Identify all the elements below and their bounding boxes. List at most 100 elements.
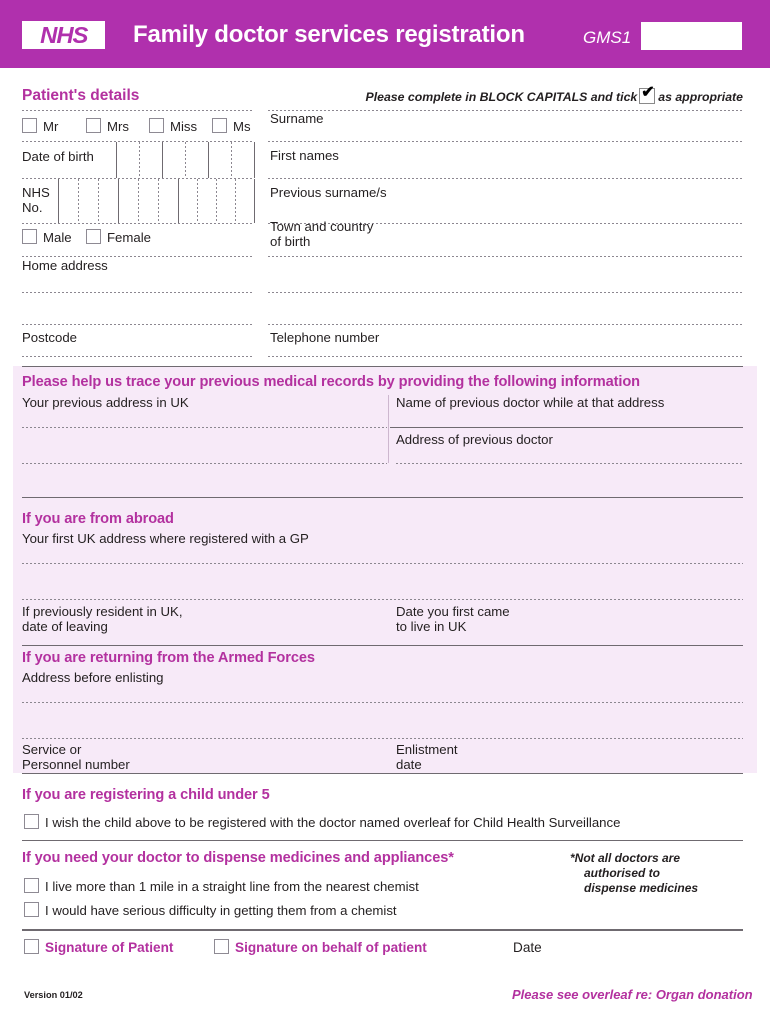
nhsno-cell-sep-2 xyxy=(98,179,99,223)
child-under-5-heading: If you are registering a child under 5 xyxy=(22,787,270,803)
rule-right-1 xyxy=(268,292,743,293)
form-code-input[interactable] xyxy=(641,22,742,50)
label-previous-address-uk: Your previous address in UK xyxy=(22,395,189,410)
label-title-ms: Ms xyxy=(233,119,251,134)
label-title-mr: Mr xyxy=(43,119,59,134)
from-abroad-heading: If you are from abroad xyxy=(22,511,174,527)
nhsno-cell-sep-5 xyxy=(158,179,159,223)
dob-cell-sep-1 xyxy=(139,142,140,178)
label-surname: Surname xyxy=(270,111,324,126)
label-date-of-birth: Date of birth xyxy=(22,149,94,164)
checkbox-signature-on-behalf[interactable] xyxy=(214,939,229,954)
dob-cell-sep-6 xyxy=(254,142,255,178)
label-town-country-line2: of birth xyxy=(270,234,311,249)
checkbox-child-health-surveillance[interactable] xyxy=(24,814,39,829)
nhsno-cell-sep-3 xyxy=(118,179,119,223)
rule-patient-top-left xyxy=(22,110,254,111)
dob-cell-sep-2 xyxy=(162,142,163,178)
dob-cell-sep-0 xyxy=(116,142,117,178)
rule-surname xyxy=(268,141,743,142)
label-dispensing-distance: I live more than 1 mile in a straight li… xyxy=(45,879,419,894)
page-title: Family doctor services registration xyxy=(133,21,525,48)
label-date-came-line1: Date you first came xyxy=(396,604,510,619)
label-date-came-line2: to live in UK xyxy=(396,619,467,634)
label-gender-male: Male xyxy=(43,230,72,245)
nhs-logo-text: NHS xyxy=(39,21,88,48)
rule-dispensing-top xyxy=(22,840,743,841)
label-postcode: Postcode xyxy=(22,330,77,345)
rule-postcode xyxy=(22,356,254,357)
rule-trace-right-1 xyxy=(390,427,743,428)
nhsno-cell-sep-6 xyxy=(178,179,179,223)
label-title-miss: Miss xyxy=(170,119,198,134)
gms1-form-page: NHS Family doctor services registration … xyxy=(0,0,770,1024)
block-capitals-instruction: Please complete in BLOCK CAPITALS and ti… xyxy=(361,84,743,106)
dispensing-note-line2: authorised to xyxy=(584,866,661,880)
dispensing-note-line1: *Not all doctors are xyxy=(570,851,681,865)
label-nhs-no-line1: NHS xyxy=(22,185,50,200)
label-signature-on-behalf: Signature on behalf of patient xyxy=(235,940,427,955)
rule-trace-left-1 xyxy=(22,427,387,428)
dob-cell-sep-4 xyxy=(208,142,209,178)
label-town-country-line1: Town and country xyxy=(270,219,374,234)
rule-abroad-top xyxy=(22,497,743,498)
nhsno-cell-sep-1 xyxy=(78,179,79,223)
label-first-uk-address: Your first UK address where registered w… xyxy=(22,531,309,546)
rule-signature-top xyxy=(22,929,743,931)
rule-armed-top xyxy=(22,645,743,646)
label-gender-female: Female xyxy=(107,230,151,245)
rule-firstnames xyxy=(268,178,743,179)
dispensing-heading: If you need your doctor to dispense medi… xyxy=(22,850,454,866)
dob-cell-sep-5 xyxy=(231,142,232,178)
nhsno-cell-sep-4 xyxy=(138,179,139,223)
label-date-of-leaving-line2: date of leaving xyxy=(22,619,108,634)
rule-homeaddr-1 xyxy=(22,292,254,293)
label-date-of-leaving-line1: If previously resident in UK, xyxy=(22,604,183,619)
checkbox-gender-male[interactable] xyxy=(22,229,37,244)
patient-details-heading: Patient's details xyxy=(22,87,140,104)
label-first-names: First names xyxy=(270,148,339,163)
rule-patient-top-right xyxy=(268,110,743,111)
version-label: Version 01/02 xyxy=(24,990,83,1000)
form-code-label: GMS1 xyxy=(583,28,632,47)
label-previous-doctor-address: Address of previous doctor xyxy=(396,432,553,447)
rule-armed-1 xyxy=(22,702,743,703)
rule-title-row xyxy=(22,141,254,142)
dispensing-note-line3: dispense medicines xyxy=(584,881,699,895)
label-address-before-enlisting: Address before enlisting xyxy=(22,670,164,685)
rule-townbirth xyxy=(268,256,743,257)
armed-forces-heading: If you are returning from the Armed Forc… xyxy=(22,650,315,666)
label-previous-surnames: Previous surname/s xyxy=(270,185,387,200)
label-signature-date: Date xyxy=(513,940,542,955)
checkbox-dispensing-difficulty[interactable] xyxy=(24,902,39,917)
dob-cell-sep-3 xyxy=(185,142,186,178)
label-service-number-line1: Service or xyxy=(22,742,82,757)
checkbox-title-mrs[interactable] xyxy=(86,118,101,133)
label-enlistment-date-line1: Enlistment xyxy=(396,742,458,757)
label-previous-doctor-name: Name of previous doctor while at that ad… xyxy=(396,395,665,410)
nhs-logo: NHS xyxy=(22,21,105,49)
overleaf-note: Please see overleaf re: Organ donation xyxy=(512,987,753,1002)
checkbox-title-miss[interactable] xyxy=(149,118,164,133)
checkbox-gender-female[interactable] xyxy=(86,229,101,244)
nhsno-cell-sep-10 xyxy=(254,179,255,223)
check-icon: ✔ xyxy=(641,84,655,101)
label-title-mrs: Mrs xyxy=(107,119,129,134)
nhsno-cell-sep-7 xyxy=(197,179,198,223)
rule-nhsno-row xyxy=(22,223,254,224)
trace-column-divider xyxy=(388,395,389,463)
tick-example-checkbox: ✔ xyxy=(639,84,656,104)
nhsno-cell-sep-8 xyxy=(216,179,217,223)
label-dispensing-difficulty: I would have serious difficulty in getti… xyxy=(45,903,397,918)
rule-trace-right-2 xyxy=(396,463,743,464)
checkbox-signature-of-patient[interactable] xyxy=(24,939,39,954)
nhsno-cell-sep-9 xyxy=(235,179,236,223)
checkbox-dispensing-distance[interactable] xyxy=(24,878,39,893)
checkbox-title-mr[interactable] xyxy=(22,118,37,133)
trace-records-heading: Please help us trace your previous medic… xyxy=(22,374,640,390)
label-signature-of-patient: Signature of Patient xyxy=(45,940,174,955)
checkbox-title-ms[interactable] xyxy=(212,118,227,133)
rule-trace-top xyxy=(22,366,743,367)
label-child-health-surveillance: I wish the child above to be registered … xyxy=(45,815,621,830)
rule-telephone xyxy=(268,356,743,357)
